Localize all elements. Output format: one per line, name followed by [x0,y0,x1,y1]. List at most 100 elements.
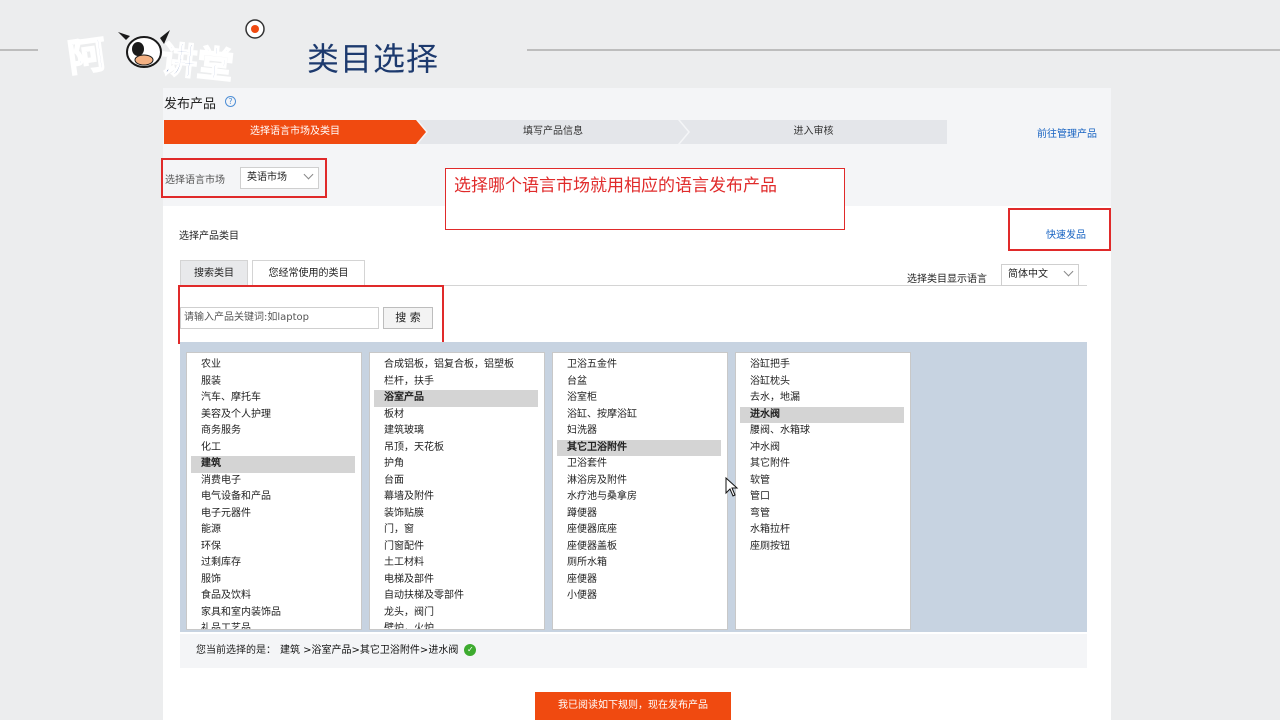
category-item[interactable]: 浴缸把手 [740,357,904,374]
category-item[interactable]: 土工材料 [374,555,538,572]
category-item[interactable]: 电子元器件 [191,506,355,523]
search-button[interactable]: 搜 索 [383,307,433,329]
check-icon: ✓ [464,644,477,656]
category-item[interactable]: 腰阀、水箱球 [740,423,904,440]
category-item[interactable]: 家具和室内装饰品 [191,605,355,622]
category-item[interactable]: 自动扶梯及零部件 [374,588,538,605]
decor-line-right [527,49,1280,51]
category-item[interactable]: 电气设备和产品 [191,489,355,506]
category-item[interactable]: 卫浴五金件 [557,357,721,374]
category-item[interactable]: 管口 [740,489,904,506]
submit-button[interactable]: 我已阅读如下规则，现在发布产品 [535,692,731,720]
category-item[interactable]: 汽车、摩托车 [191,390,355,407]
slide-title: 类目选择 [307,40,440,78]
category-item[interactable]: 卫浴套件 [557,456,721,473]
category-item[interactable]: 服饰 [191,572,355,589]
category-item[interactable]: 建筑 [191,456,355,473]
language-market-label: 选择语言市场 [165,175,225,186]
category-item[interactable]: 板材 [374,407,538,424]
category-item[interactable]: 台面 [374,473,538,490]
display-language-select[interactable]: 简体中文 [1001,264,1079,286]
svg-text:讲堂: 讲堂 [159,39,235,86]
progress-steps: 选择语言市场及类目 填写产品信息 进入审核 [164,120,947,144]
search-input[interactable]: 请输入产品关键词:如laptop [180,307,379,329]
category-item[interactable]: 吊顶，天花板 [374,440,538,457]
category-item[interactable]: 护角 [374,456,538,473]
category-item[interactable]: 软管 [740,473,904,490]
category-item[interactable]: 淋浴房及附件 [557,473,721,490]
help-icon[interactable]: ? [225,96,236,107]
category-item[interactable]: 合成铝板，铝复合板，铝塑板 [374,357,538,374]
category-column-4[interactable]: 浴缸把手 浴缸枕头 去水，地漏 进水阀 腰阀、水箱球 冲水阀 其它附件 软管 管口 弯管 水箱拉杆座… [735,352,911,630]
language-market-select[interactable]: 英语市场 [240,167,319,189]
category-item[interactable]: 消费电子 [191,473,355,490]
category-item[interactable]: 进水阀 [740,406,904,423]
category-section-title: 选择产品类目 [179,231,239,242]
category-column-3[interactable]: 卫浴五金件 台盆 浴室柜 浴缸、按摩浴缸 妇洗器 其它卫浴附件 卫浴套件 淋浴房及附件 水疗池与… [552,352,728,630]
category-item[interactable]: 座便器盖板 [557,539,721,556]
category-item[interactable]: 台盆 [557,374,721,391]
tab-search-category[interactable]: 搜索类目 [180,260,248,286]
category-item[interactable]: 其它卫浴附件 [557,439,721,456]
category-item[interactable]: 门，窗 [374,522,538,539]
category-item[interactable]: 商务服务 [191,423,355,440]
chevron-down-icon [1063,266,1074,277]
category-item[interactable]: 礼品工艺品 [191,621,355,629]
category-item[interactable]: 龙头，阀门 [374,605,538,622]
mouse-cursor-icon [725,477,739,497]
tab-frequent-category[interactable]: 您经常使用的类目 [252,260,365,286]
category-item[interactable]: 过剩库存 [191,555,355,572]
quick-publish-link[interactable]: 快速发品 [1046,226,1086,241]
category-item[interactable]: 浴室柜 [557,390,721,407]
category-item[interactable]: 装饰贴膜 [374,506,538,523]
category-item[interactable]: 蹲便器 [557,506,721,523]
chevron-down-icon [303,169,314,180]
category-item[interactable]: 农业 [191,357,355,374]
category-item[interactable]: 浴缸枕头 [740,374,904,391]
category-item[interactable]: 服装 [191,374,355,391]
annotation-callout: 选择哪个语言市场就用相应的语言发布产品 [445,168,845,230]
category-item[interactable]: 厕所水箱 [557,555,721,572]
category-item[interactable]: 门窗配件 [374,539,538,556]
language-market-value: 英语市场 [247,172,287,183]
category-item[interactable]: 食品及饮料 [191,588,355,605]
screenshot-panel: 发布产品 ? 选择语言市场及类目 填写产品信息 进入审核 前往管理产品 选择语言… [161,88,1111,720]
category-item[interactable]: 幕墙及附件 [374,489,538,506]
step-review: 进入审核 [680,120,947,144]
category-item[interactable]: 座厕按钮 [740,539,904,556]
category-item[interactable]: 妇洗器 [557,423,721,440]
category-item[interactable]: 能源 [191,522,355,539]
category-item[interactable]: 壁炉，火炉 [374,621,538,629]
page-title: 发布产品 [164,97,217,112]
category-item[interactable]: 座便器 [557,572,721,589]
category-item[interactable]: 去水，地漏 [740,390,904,407]
svg-text:阿: 阿 [66,32,109,81]
logo: 阿 讲堂 [66,19,265,86]
category-item[interactable]: 化工 [191,440,355,457]
category-item[interactable]: 水箱拉杆 [740,522,904,539]
category-item[interactable]: 小便器 [557,588,721,605]
category-item[interactable]: 水疗池与桑拿房 [557,489,721,506]
current-selection-label: 您当前选择的是： [196,645,276,656]
current-selection: 您当前选择的是： 建筑 >浴室产品>其它卫浴附件>进水阀 ✓ [180,634,1087,668]
category-item[interactable]: 电梯及部件 [374,572,538,589]
decor-line-left [0,49,38,51]
category-item[interactable]: 其它附件 [740,456,904,473]
category-item[interactable]: 座便器底座 [557,522,721,539]
category-item[interactable]: 建筑玻璃 [374,423,538,440]
category-item[interactable]: 弯管 [740,506,904,523]
step-fill-info: 填写产品信息 [418,120,688,144]
category-item[interactable]: 浴室产品 [374,390,538,407]
category-column-2[interactable]: 合成铝板，铝复合板，铝塑板 栏杆，扶手 浴室产品 板材 建筑玻璃 吊顶，天花板 护角 台面 幕墙… [369,352,545,630]
display-language-label: 选择类目显示语言 [907,274,987,285]
category-item[interactable]: 栏杆，扶手 [374,374,538,391]
category-item[interactable]: 冲水阀 [740,440,904,457]
category-item[interactable]: 浴缸、按摩浴缸 [557,407,721,424]
display-language-value: 简体中文 [1008,269,1048,280]
manage-products-link[interactable]: 前往管理产品 [1037,125,1097,140]
step-select-market: 选择语言市场及类目 [164,120,426,144]
category-item[interactable]: 环保 [191,539,355,556]
category-columns: 农业 服装 汽车、摩托车 美容及个人护理 商务服务 化工 建筑 消费电子 电气设备和产品 电子元器… [180,342,1087,632]
category-item[interactable]: 美容及个人护理 [191,407,355,424]
category-column-1[interactable]: 农业 服装 汽车、摩托车 美容及个人护理 商务服务 化工 建筑 消费电子 电气设备和产品 电子元器… [186,352,362,630]
